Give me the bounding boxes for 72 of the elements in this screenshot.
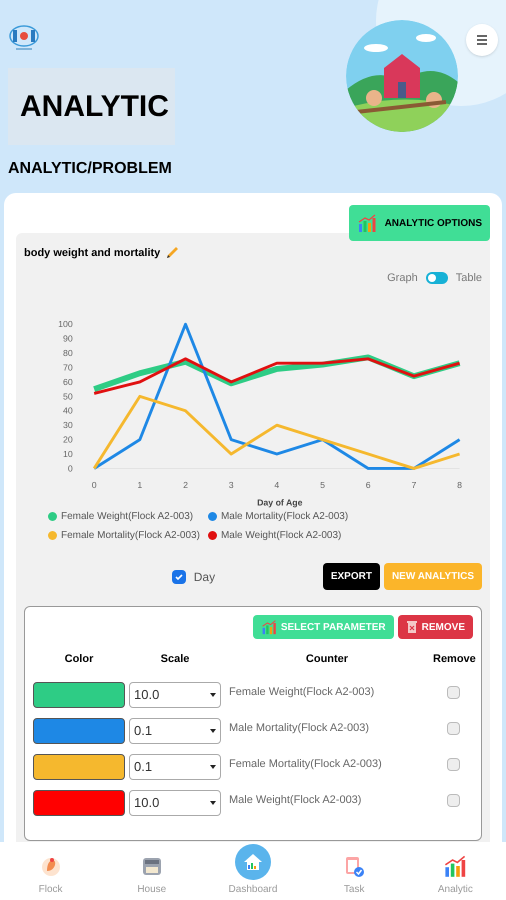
scale-select[interactable]: 10.0 xyxy=(129,790,221,816)
view-toggle[interactable] xyxy=(426,272,448,284)
scale-select[interactable]: 0.1 xyxy=(129,754,221,780)
color-swatch[interactable] xyxy=(33,790,125,816)
axis-tick-label: 2 xyxy=(183,480,188,490)
counter-text: Female Weight(Flock A2-003) xyxy=(228,684,376,700)
axis-title: Day of Age xyxy=(257,497,303,508)
counter-text: Female Mortality(Flock A2-003) xyxy=(228,756,383,772)
column-header: Counter xyxy=(304,652,350,667)
counter-text: Male Weight(Flock A2-003) xyxy=(228,792,362,808)
axis-tick-label: 80 xyxy=(62,348,73,358)
caret-icon xyxy=(210,692,216,696)
scale-select[interactable]: 10.0 xyxy=(129,682,221,708)
color-swatch[interactable] xyxy=(33,754,125,780)
export-button[interactable]: EXPORT xyxy=(322,563,380,590)
menu-icon xyxy=(476,34,488,46)
remove-checkbox[interactable] xyxy=(446,794,460,806)
remove-button[interactable]: REMOVE xyxy=(398,615,473,639)
legend-label: Female Weight(Flock A2-003) xyxy=(61,510,194,524)
legend-label: Female Mortality(Flock A2-003) xyxy=(61,529,200,543)
caret-icon xyxy=(210,764,216,768)
trash-icon xyxy=(406,619,418,635)
nav-item[interactable]: Flock xyxy=(0,854,102,897)
remove-checkbox[interactable] xyxy=(446,686,460,698)
axis-tick-label: 60 xyxy=(62,376,73,387)
chart-title: body weight and mortality xyxy=(24,246,160,261)
checkbox-label: Day xyxy=(194,568,216,586)
axis-tick-label: 70 xyxy=(62,362,73,372)
axis-tick-label: 50 xyxy=(62,391,73,402)
column-header: Color xyxy=(64,652,94,667)
axis-tick-label: 6 xyxy=(366,480,371,490)
column-header: Remove xyxy=(433,652,473,667)
legend-label: Male Weight(Flock A2-003) xyxy=(220,529,342,543)
nav-item[interactable]: House xyxy=(101,854,202,897)
axis-tick-label: 30 xyxy=(62,420,73,430)
axis-tick-label: 40 xyxy=(62,406,73,416)
axis-tick-label: 8 xyxy=(457,480,462,490)
caret-icon xyxy=(210,728,216,732)
remove-checkbox[interactable] xyxy=(446,722,460,734)
nav-item[interactable]: Analytic xyxy=(404,854,506,897)
logo-icon xyxy=(8,24,40,52)
scale-select[interactable]: 0.1 xyxy=(129,718,221,744)
bar-chart-icon xyxy=(260,619,277,635)
toggle-label: Table xyxy=(456,270,482,286)
toggle-label: Graph xyxy=(387,270,418,286)
axis-tick-label: 4 xyxy=(274,480,280,490)
axis-tick-label: 10 xyxy=(62,448,73,459)
axis-tick-label: 5 xyxy=(320,480,325,490)
check-icon xyxy=(174,572,184,582)
breadcrumb: ANALYTIC/PROBLEM xyxy=(8,159,172,179)
bar-chart-icon xyxy=(443,854,468,878)
axis-tick-label: 1 xyxy=(137,480,142,490)
axis-tick-label: 0 xyxy=(92,480,97,490)
color-swatch[interactable] xyxy=(33,718,125,744)
color-swatch[interactable] xyxy=(33,682,125,708)
caret-icon xyxy=(210,800,216,804)
bar-chart-icon xyxy=(356,213,377,233)
page-title: ANALYTIC xyxy=(8,68,175,145)
analytic-options-button[interactable]: ANALYTIC OPTIONS xyxy=(348,205,490,241)
counter-text: Male Mortality(Flock A2-003) xyxy=(228,720,370,736)
axis-tick-label: 20 xyxy=(62,434,73,445)
legend-label: Male Mortality(Flock A2-003) xyxy=(220,510,348,524)
axis-tick-label: 100 xyxy=(58,319,73,330)
axis-tick-label: 0 xyxy=(68,463,73,474)
remove-checkbox[interactable] xyxy=(446,758,460,770)
axis-tick-label: 7 xyxy=(411,480,416,490)
nav-item[interactable]: Task xyxy=(304,854,405,897)
axis-tick-label: 90 xyxy=(62,334,73,344)
axis-tick-label: 3 xyxy=(228,480,234,490)
column-header: Scale xyxy=(160,652,190,667)
day-checkbox[interactable] xyxy=(172,570,186,584)
nav-item[interactable]: Dashboard xyxy=(202,842,304,897)
